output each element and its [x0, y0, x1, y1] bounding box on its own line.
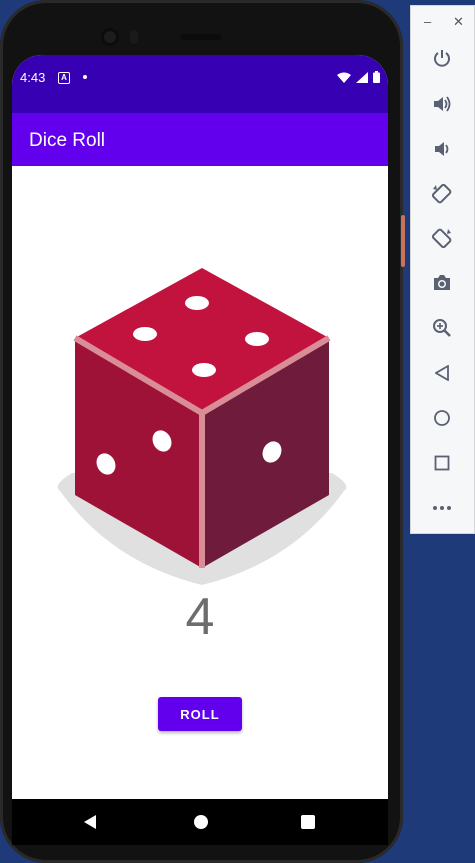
front-camera: [101, 28, 119, 46]
recents-icon[interactable]: [301, 815, 315, 829]
app-bar: Dice Roll: [12, 113, 388, 166]
volume-down-button[interactable]: [428, 135, 456, 163]
app-title: Dice Roll: [29, 130, 106, 151]
screenshot-button[interactable]: [428, 269, 456, 297]
rotate-left-button[interactable]: [428, 180, 456, 208]
wifi-icon: [337, 72, 351, 83]
volume-up-button[interactable]: [428, 90, 456, 118]
emulator-overview-button[interactable]: [428, 449, 456, 477]
back-icon: [435, 365, 449, 381]
rotate-right-icon: [431, 228, 452, 249]
roll-result-text: 4: [185, 588, 215, 646]
volume-down-icon: [435, 142, 449, 156]
proximity-sensor: [130, 30, 138, 44]
roll-button[interactable]: ROLL: [158, 697, 242, 731]
more-icon: [433, 506, 451, 510]
notification-icon: A: [58, 72, 70, 84]
phone-side-button[interactable]: [401, 215, 405, 267]
more-button[interactable]: [428, 494, 456, 522]
device-screen: 4:43 A Dice Roll 4 ROLL: [12, 55, 388, 845]
dice-pip: [133, 327, 157, 341]
volume-up-icon: [434, 96, 451, 112]
emulator-back-button[interactable]: [428, 359, 456, 387]
camera-icon: [434, 275, 450, 290]
home-icon[interactable]: [194, 815, 208, 829]
status-icons: [337, 71, 380, 83]
close-icon[interactable]: ✕: [453, 14, 464, 30]
battery-icon: [373, 71, 380, 83]
emulator-toolbar: – ✕: [410, 5, 475, 534]
dice-pip: [192, 363, 216, 377]
dice-image: [57, 268, 347, 585]
earpiece-speaker: [180, 34, 222, 40]
power-icon: [434, 50, 450, 67]
zoom-button[interactable]: [428, 314, 456, 342]
signal-icon: [356, 71, 368, 83]
dice-pip: [185, 296, 209, 310]
back-icon[interactable]: [84, 815, 98, 829]
power-button[interactable]: [428, 44, 456, 72]
status-time: 4:43: [20, 70, 46, 85]
navigation-bar: [12, 799, 388, 845]
rotate-right-button[interactable]: [428, 224, 456, 252]
dice-pip: [245, 332, 269, 346]
rotate-left-icon: [431, 183, 452, 204]
emulator-home-button[interactable]: [428, 404, 456, 432]
minimize-icon[interactable]: –: [424, 14, 431, 29]
home-icon: [434, 410, 450, 426]
notification-dot-icon: [83, 75, 87, 79]
overview-icon: [434, 455, 450, 471]
status-bar: 4:43 A: [12, 55, 388, 113]
zoom-icon: [433, 319, 451, 337]
